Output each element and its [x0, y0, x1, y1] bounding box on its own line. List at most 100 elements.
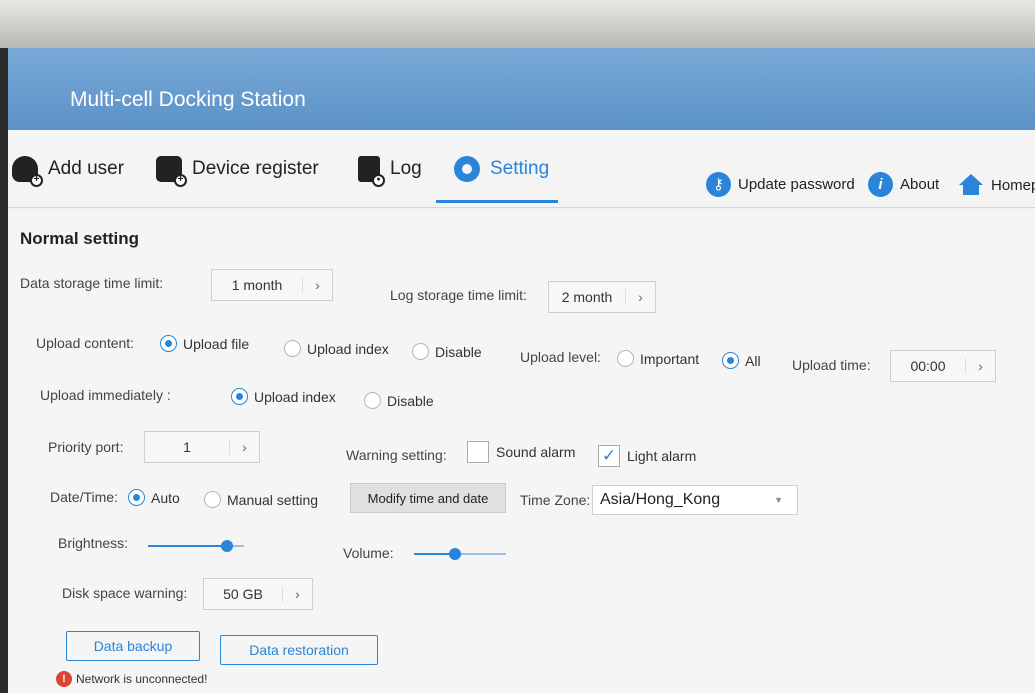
radio-dot — [364, 392, 381, 409]
log-storage-value: 2 month — [561, 289, 613, 305]
radio-dot — [128, 489, 145, 506]
radio-date-auto[interactable]: Auto — [128, 489, 180, 506]
priority-port-value: 1 — [183, 439, 191, 455]
priority-port-stepper[interactable]: 1 › — [144, 431, 260, 463]
nav-label: Setting — [490, 158, 550, 179]
checkbox-label: Light alarm — [627, 448, 697, 464]
network-status: ! Network is unconnected! — [56, 671, 207, 687]
radio-dot — [160, 335, 177, 352]
date-time-label: Date/Time: — [50, 489, 118, 505]
upload-time-label: Upload time: — [792, 357, 871, 373]
checkmark-icon: ✓ — [598, 445, 620, 467]
info-icon: i — [868, 172, 893, 197]
checkbox-label: Sound alarm — [496, 444, 576, 460]
disk-warning-stepper[interactable]: 50 GB › — [203, 578, 313, 610]
radio-upload-file[interactable]: Upload file — [160, 335, 249, 352]
about-link[interactable]: i About — [868, 172, 939, 197]
title-bar: Multi-cell Docking Station — [8, 48, 1035, 130]
radio-dot — [412, 343, 429, 360]
nav-label: Log — [390, 158, 422, 179]
nav-bar: + Add user + Device register ● Log Setti… — [8, 130, 1035, 208]
light-alarm-checkbox[interactable]: ✓ Light alarm — [598, 445, 696, 467]
upload-level-label: Upload level: — [520, 349, 601, 365]
radio-label: Manual setting — [227, 491, 319, 508]
radio-immediate-index[interactable]: Upload index — [231, 388, 336, 405]
upload-immediately-label: Upload immediately : — [40, 387, 171, 403]
nav-item-device-register[interactable]: + Device register — [156, 156, 319, 187]
radio-immediate-disable[interactable]: Disable — [364, 392, 434, 409]
brightness-slider[interactable] — [148, 539, 244, 553]
homepage-label: Homep — [991, 176, 1035, 194]
chevron-right-icon: › — [965, 358, 995, 374]
section-title: Normal setting — [20, 229, 140, 248]
update-password-link[interactable]: ⚷ Update password — [706, 172, 855, 197]
nav-label: Add user — [48, 158, 125, 179]
slider-handle[interactable] — [449, 548, 461, 560]
radio-level-important[interactable]: Important — [617, 350, 699, 367]
radio-dot — [722, 352, 739, 369]
disk-warning-label: Disk space warning: — [62, 585, 188, 601]
time-zone-value: Asia/Hong_Kong — [600, 491, 721, 508]
radio-upload-disable[interactable]: Disable — [412, 343, 482, 360]
nav-item-add-user[interactable]: + Add user — [12, 156, 125, 187]
volume-slider[interactable] — [414, 547, 506, 561]
chevron-right-icon: › — [302, 277, 332, 293]
upload-time-stepper[interactable]: 00:00 › — [890, 350, 996, 382]
network-warning-icon: ! — [56, 671, 72, 687]
key-icon: ⚷ — [706, 172, 731, 197]
radio-level-all[interactable]: All — [722, 352, 761, 369]
slider-handle[interactable] — [221, 540, 233, 552]
time-zone-label: Time Zone: — [520, 492, 591, 508]
homepage-link[interactable]: Homep — [958, 174, 1035, 196]
upload-content-label: Upload content: — [36, 335, 135, 351]
chevron-right-icon: › — [282, 586, 312, 602]
sound-alarm-checkbox[interactable]: Sound alarm — [467, 441, 575, 463]
radio-label: Disable — [435, 343, 482, 360]
chevron-down-icon: ▼ — [774, 495, 783, 505]
radio-label: Upload index — [307, 340, 389, 357]
network-status-text: Network is unconnected! — [76, 672, 208, 686]
modify-time-button[interactable]: Modify time and date — [350, 483, 506, 513]
radio-dot — [617, 350, 634, 367]
radio-label: Auto — [151, 489, 180, 506]
priority-port-label: Priority port: — [48, 439, 124, 455]
active-tab-indicator — [436, 200, 558, 203]
settings-panel: Normal setting Data storage time limit: … — [8, 209, 1035, 693]
add-user-icon: + — [12, 156, 43, 187]
device-register-icon: + — [156, 156, 187, 187]
home-icon — [958, 174, 984, 196]
radio-upload-index[interactable]: Upload index — [284, 340, 389, 357]
data-backup-button[interactable]: Data backup — [66, 631, 200, 661]
gear-icon — [454, 156, 480, 182]
update-password-label: Update password — [738, 176, 855, 193]
radio-dot — [204, 491, 221, 508]
nav-item-setting[interactable]: Setting — [454, 156, 549, 182]
upload-time-value: 00:00 — [910, 358, 946, 374]
chevron-right-icon: › — [229, 439, 259, 455]
data-storage-stepper[interactable]: 1 month › — [211, 269, 333, 301]
nav-item-log[interactable]: ● Log — [358, 156, 422, 187]
radio-date-manual[interactable]: Manual setting — [204, 491, 318, 508]
warning-setting-label: Warning setting: — [346, 447, 447, 463]
nav-label: Device register — [192, 158, 319, 179]
disk-warning-value: 50 GB — [223, 586, 263, 602]
radio-label: Disable — [387, 392, 434, 409]
time-zone-select[interactable]: Asia/Hong_Kong ▼ — [592, 485, 798, 515]
radio-label: All — [745, 352, 761, 369]
radio-label: Upload index — [254, 388, 336, 405]
radio-label: Upload file — [183, 335, 250, 352]
checkbox-box — [467, 441, 489, 463]
app-window: Multi-cell Docking Station + Add user + … — [8, 48, 1035, 693]
app-title: Multi-cell Docking Station — [70, 88, 306, 111]
data-restoration-button[interactable]: Data restoration — [220, 635, 378, 665]
brightness-label: Brightness: — [58, 535, 129, 551]
log-storage-label: Log storage time limit: — [390, 287, 527, 303]
radio-dot — [231, 388, 248, 405]
data-storage-label: Data storage time limit: — [20, 275, 164, 291]
about-label: About — [900, 176, 940, 193]
volume-label: Volume: — [343, 545, 394, 561]
chevron-right-icon: › — [625, 289, 655, 305]
log-storage-stepper[interactable]: 2 month › — [548, 281, 656, 313]
log-icon: ● — [358, 156, 385, 187]
radio-dot — [284, 340, 301, 357]
